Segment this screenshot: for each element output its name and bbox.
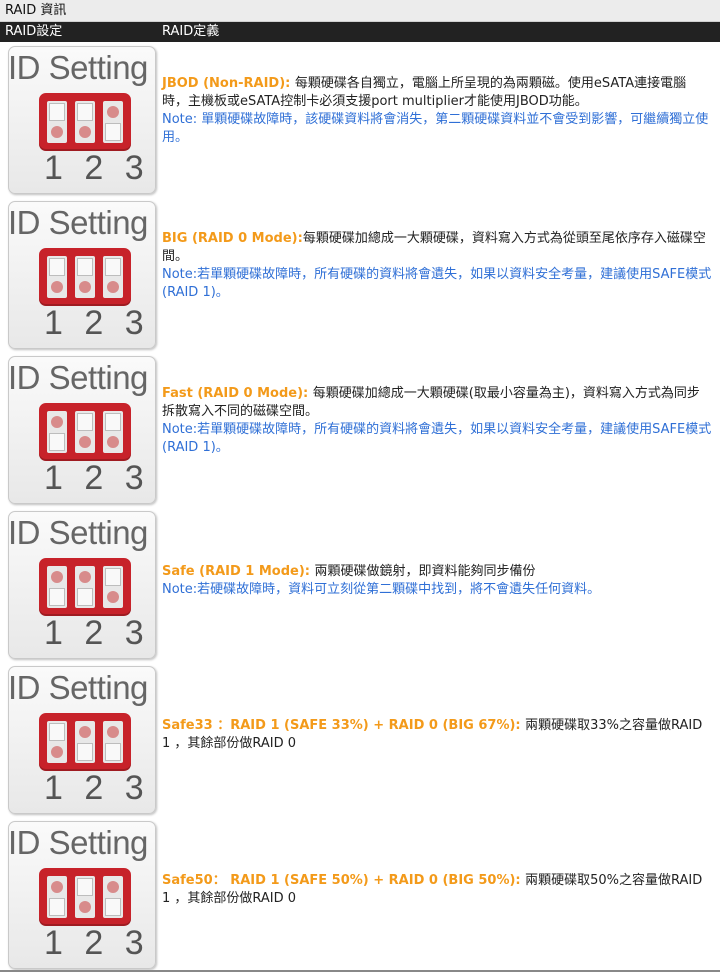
switch-numbers: 1 2 3 [44, 924, 150, 962]
dip-switch-icon [39, 558, 131, 616]
dip-switch-icon [39, 248, 131, 306]
switch-3 [103, 721, 123, 763]
switch-3 [103, 101, 123, 143]
table-row: ID Setting 1 2 3 Safe33 ：RAID 1 (SAFE 33… [0, 662, 720, 817]
table-row: ID Setting 1 2 3 Safe50： RAID 1 (SAFE 50… [0, 817, 720, 972]
switch-1 [47, 256, 67, 298]
table-row: ID Setting 1 2 3 JBOD (Non-RAID): 每顆硬碟各自… [0, 42, 720, 197]
id-setting-card: ID Setting 1 2 3 [8, 666, 156, 814]
table-header: RAID設定 RAID定義 [0, 22, 720, 42]
switch-2 [75, 876, 95, 918]
bottom-divider [0, 970, 720, 972]
id-setting-card: ID Setting 1 2 3 [8, 511, 156, 659]
switch-2 [75, 566, 95, 608]
row-description: JBOD (Non-RAID): 每顆硬碟各自獨立，電腦上所呈現的為兩顆磁。使用… [162, 75, 712, 147]
mode-note: Note:若單顆硬碟故障時，所有硬碟的資料將會遺失，如果以資料安全考量，建議使用… [162, 267, 712, 300]
column-header-definition: RAID定義 [162, 24, 220, 39]
row-description: Fast (RAID 0 Mode): 每顆硬碟加總成一大顆硬碟(取最小容量為主… [162, 385, 712, 457]
mode-label: BIG (RAID 0 Mode): [162, 231, 303, 246]
switch-numbers: 1 2 3 [44, 769, 150, 807]
switch-3 [103, 411, 123, 453]
mode-label: JBOD (Non-RAID): [162, 76, 295, 91]
card-title: ID Setting [8, 669, 148, 706]
switch-1 [47, 101, 67, 143]
mode-label: Fast (RAID 0 Mode): [162, 386, 313, 401]
switch-numbers: 1 2 3 [44, 459, 150, 497]
switch-1 [47, 411, 67, 453]
row-description: Safe33 ：RAID 1 (SAFE 33%) + RAID 0 (BIG … [162, 717, 712, 753]
switch-2 [75, 411, 95, 453]
id-setting-card: ID Setting 1 2 3 [8, 46, 156, 194]
id-setting-card: ID Setting 1 2 3 [8, 201, 156, 349]
switch-3 [103, 256, 123, 298]
switch-1 [47, 721, 67, 763]
switch-numbers: 1 2 3 [44, 614, 150, 652]
raid-table: ID Setting 1 2 3 JBOD (Non-RAID): 每顆硬碟各自… [0, 42, 720, 972]
row-description: Safe (RAID 1 Mode): 兩顆硬碟做鏡射，即資料能夠同步備份 No… [162, 563, 712, 599]
id-setting-card: ID Setting 1 2 3 [8, 356, 156, 504]
switch-3 [103, 566, 123, 608]
mode-label: Safe50： RAID 1 (SAFE 50%) + RAID 0 (BIG … [162, 873, 526, 888]
card-title: ID Setting [8, 204, 148, 241]
dip-switch-icon [39, 403, 131, 461]
switch-1 [47, 876, 67, 918]
mode-description: 兩顆硬碟做鏡射，即資料能夠同步備份 [314, 564, 536, 579]
id-setting-card: ID Setting 1 2 3 [8, 821, 156, 969]
page-title: RAID 資訊 [0, 0, 720, 22]
dip-switch-icon [39, 93, 131, 151]
switch-2 [75, 256, 95, 298]
table-row: ID Setting 1 2 3 Fast (RAID 0 Mode): 每顆硬… [0, 352, 720, 507]
table-row: ID Setting 1 2 3 BIG (RAID 0 Mode):每顆硬碟加… [0, 197, 720, 352]
mode-label: Safe (RAID 1 Mode): [162, 564, 315, 579]
table-row: ID Setting 1 2 3 Safe (RAID 1 Mode): 兩顆硬… [0, 507, 720, 662]
card-title: ID Setting [8, 49, 148, 86]
dip-switch-icon [39, 868, 131, 926]
switch-1 [47, 566, 67, 608]
dip-switch-icon [39, 713, 131, 771]
switch-2 [75, 101, 95, 143]
card-title: ID Setting [8, 514, 148, 551]
mode-label: Safe33 ：RAID 1 (SAFE 33%) + RAID 0 (BIG … [162, 718, 526, 733]
switch-2 [75, 721, 95, 763]
card-title: ID Setting [8, 359, 148, 396]
row-description: Safe50： RAID 1 (SAFE 50%) + RAID 0 (BIG … [162, 872, 712, 908]
switch-3 [103, 876, 123, 918]
row-description: BIG (RAID 0 Mode):每顆硬碟加總成一大顆硬碟，資料寫入方式為從頭… [162, 230, 712, 302]
mode-note: Note:若硬碟故障時，資料可立刻從第二顆碟中找到，將不會遺失任何資料。 [162, 582, 601, 597]
card-title: ID Setting [8, 824, 148, 861]
switch-numbers: 1 2 3 [44, 304, 150, 342]
mode-note: Note: 單顆硬碟故障時，該硬碟資料將會消失，第二顆硬碟資料並不會受到影響，可… [162, 112, 709, 145]
mode-note: Note:若單顆硬碟故障時，所有硬碟的資料將會遺失，如果以資料安全考量，建議使用… [162, 422, 712, 455]
column-header-setting: RAID設定 [5, 24, 63, 39]
switch-numbers: 1 2 3 [44, 149, 150, 187]
